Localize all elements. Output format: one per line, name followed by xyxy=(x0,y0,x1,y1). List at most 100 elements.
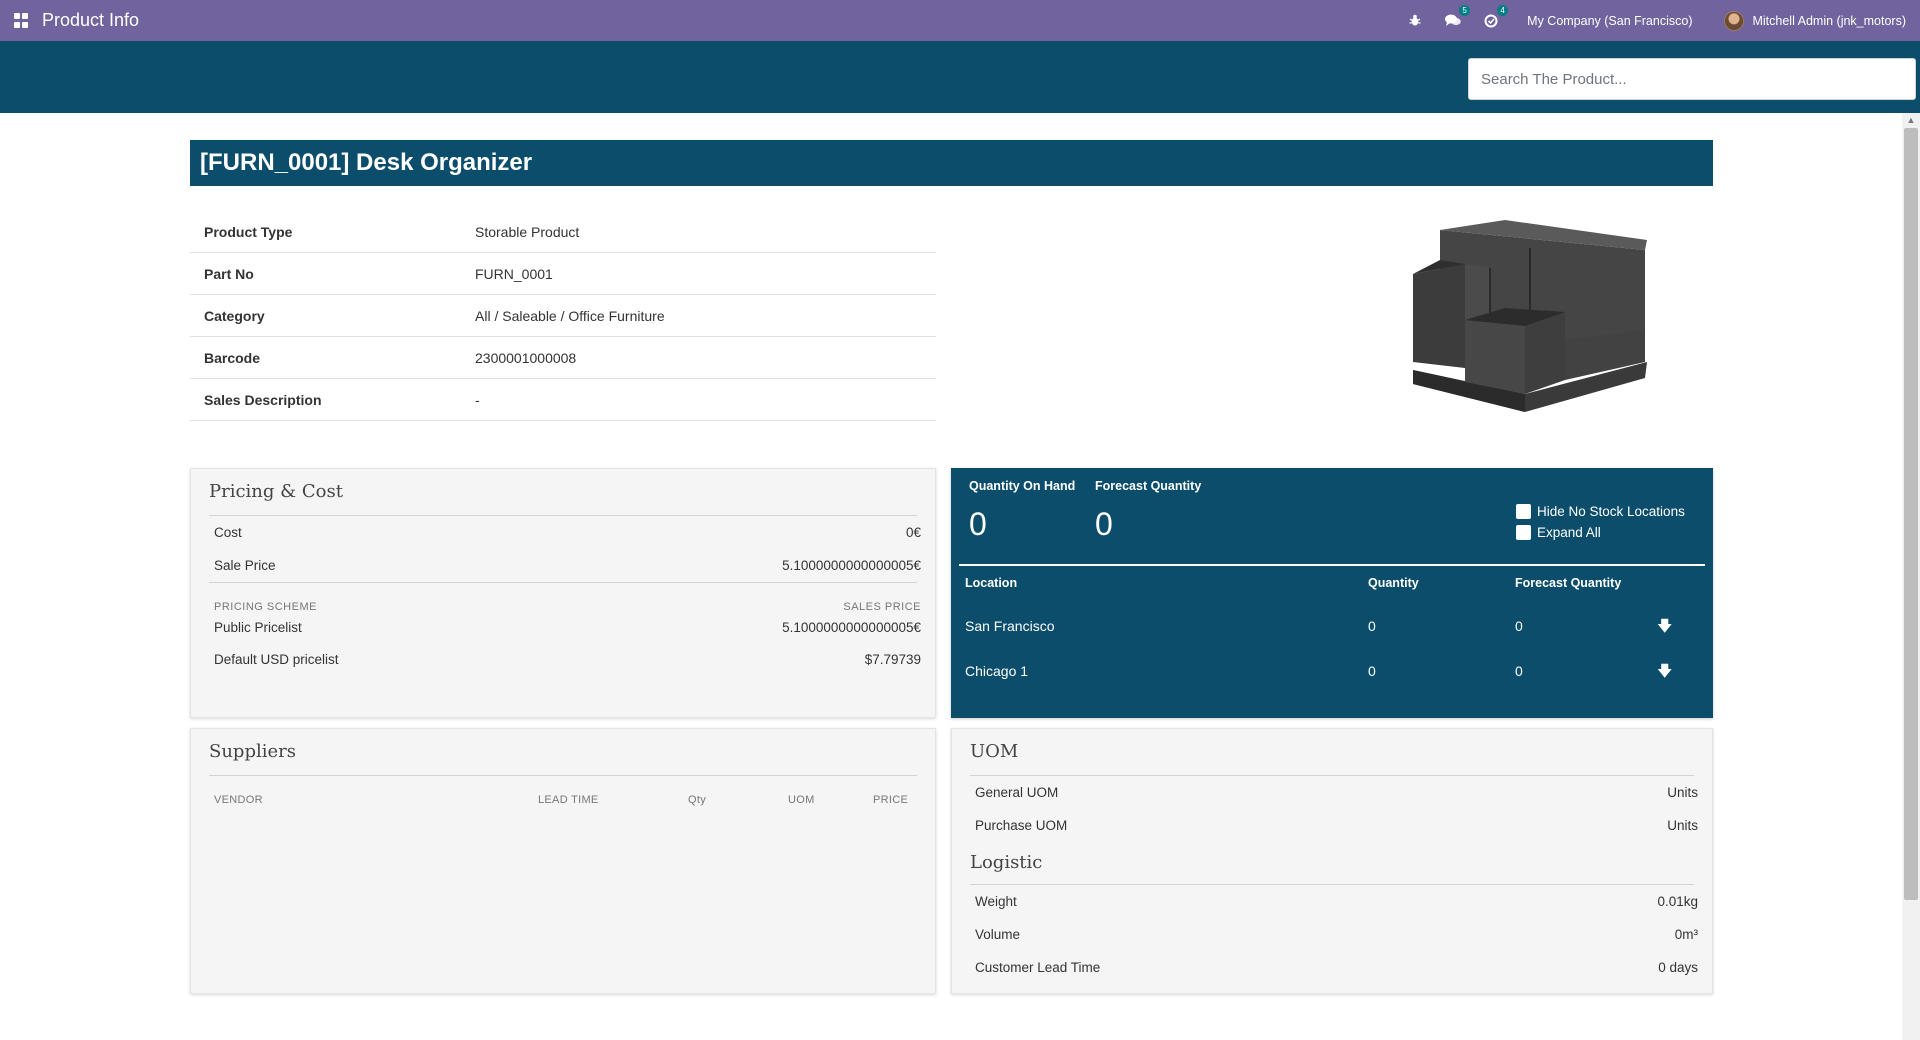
scrollbar-thumb[interactable] xyxy=(1904,128,1918,900)
expand-all-checkbox[interactable]: Expand All xyxy=(1516,525,1601,540)
info-value: 2300001000008 xyxy=(475,349,577,366)
qty-column-header: Qty xyxy=(688,794,707,806)
info-label: Category xyxy=(204,307,265,324)
pricelist-name: Default USD pricelist xyxy=(214,651,339,667)
hide-no-stock-checkbox[interactable]: Hide No Stock Locations xyxy=(1516,504,1685,519)
pricelist-price: $7.79739 xyxy=(864,651,921,667)
info-row-category: Category All / Saleable / Office Furnitu… xyxy=(190,295,936,337)
forecast-value: 0 xyxy=(1095,506,1113,542)
top-navbar: Product Info 5 4 My Company (San Francis… xyxy=(0,0,1920,41)
hide-no-stock-label: Hide No Stock Locations xyxy=(1537,504,1685,519)
cost-row: Cost 0€ xyxy=(191,516,935,548)
down-arrow-icon[interactable]: 🡇 xyxy=(1657,616,1672,641)
info-row-part-no: Part No FURN_0001 xyxy=(190,253,936,295)
cost-value: 0€ xyxy=(905,524,921,540)
info-label: Barcode xyxy=(204,349,261,366)
purchase-uom-row: Purchase UOM Units xyxy=(952,808,1712,842)
logistic-title: Logistic xyxy=(970,852,1043,873)
info-row-barcode: Barcode 2300001000008 xyxy=(190,337,936,379)
user-menu[interactable]: Mitchell Admin (jnk_motors) xyxy=(1724,10,1906,31)
stock-row: San Francisco 0 0 🡇 xyxy=(951,606,1713,646)
chat-icon[interactable]: 5 xyxy=(1445,4,1471,29)
on-hand-label: Quantity On Hand xyxy=(969,479,1076,493)
weight-label: Weight xyxy=(975,893,1017,909)
pricelist-row: Default USD pricelist $7.79739 xyxy=(191,641,935,677)
volume-value: 0m³ xyxy=(1674,926,1698,942)
general-uom-row: General UOM Units xyxy=(952,776,1712,808)
divider xyxy=(209,775,917,776)
divider xyxy=(959,564,1705,566)
price-column-header: PRICE xyxy=(873,794,909,806)
location-forecast: 0 xyxy=(1515,618,1523,634)
checkbox-box[interactable] xyxy=(1516,504,1531,519)
pricelist-row: Public Pricelist 5.1000000000000005€ xyxy=(191,613,935,641)
forecast-label: Forecast Quantity xyxy=(1095,479,1202,493)
pricing-title: Pricing & Cost xyxy=(209,481,343,502)
lead-time-column-header: LEAD TIME xyxy=(538,794,599,806)
uom-title: UOM xyxy=(970,741,1019,762)
product-title: [FURN_0001] Desk Organizer xyxy=(190,140,1713,186)
sales-price-header: SALES PRICE xyxy=(843,601,921,613)
location-quantity: 0 xyxy=(1368,618,1376,634)
suppliers-table-header: VENDOR LEAD TIME Qty UOM PRICE xyxy=(191,794,935,806)
checkbox-box[interactable] xyxy=(1516,525,1531,540)
search-bar-panel xyxy=(0,41,1920,113)
bug-icon[interactable] xyxy=(1407,13,1423,29)
info-value: - xyxy=(475,391,480,408)
info-label: Part No xyxy=(204,265,254,282)
suppliers-card: Suppliers VENDOR LEAD TIME Qty UOM PRICE xyxy=(190,728,936,994)
pricelist-name: Public Pricelist xyxy=(214,619,302,635)
location-quantity: 0 xyxy=(1368,663,1376,679)
location-column-header: Location xyxy=(965,576,1018,590)
app-title[interactable]: Product Info xyxy=(42,10,139,31)
volume-row: Volume 0m³ xyxy=(952,917,1712,951)
location-forecast: 0 xyxy=(1515,663,1523,679)
info-row-sales-description: Sales Description - xyxy=(190,379,936,421)
sale-price-label: Sale Price xyxy=(214,557,276,573)
purchase-uom-label: Purchase UOM xyxy=(975,817,1068,833)
general-uom-value: Units xyxy=(1667,784,1698,800)
customer-lead-time-label: Customer Lead Time xyxy=(975,959,1101,975)
down-arrow-icon[interactable]: 🡇 xyxy=(1657,661,1672,686)
uom-card: UOM General UOM Units Purchase UOM Units… xyxy=(951,728,1713,994)
chat-badge: 5 xyxy=(1459,4,1471,16)
info-value: Storable Product xyxy=(475,223,580,240)
general-uom-label: General UOM xyxy=(975,784,1059,800)
suppliers-title: Suppliers xyxy=(209,741,296,762)
company-switcher[interactable]: My Company (San Francisco) xyxy=(1527,14,1692,28)
sale-price-value: 5.1000000000000005€ xyxy=(782,557,921,573)
info-label: Product Type xyxy=(204,223,293,240)
forecast-column-header: Forecast Quantity xyxy=(1515,576,1622,590)
user-name: Mitchell Admin (jnk_motors) xyxy=(1752,13,1906,28)
divider xyxy=(209,582,917,583)
customer-lead-time-row: Customer Lead Time 0 days xyxy=(952,951,1712,983)
weight-value: 0.01kg xyxy=(1657,893,1698,909)
expand-all-label: Expand All xyxy=(1537,525,1601,540)
volume-label: Volume xyxy=(975,926,1021,942)
cost-label: Cost xyxy=(214,524,242,540)
sale-price-row: Sale Price 5.1000000000000005€ xyxy=(191,548,935,582)
activity-badge: 4 xyxy=(1497,4,1509,16)
info-value: FURN_0001 xyxy=(475,265,553,282)
info-value: All / Saleable / Office Furniture xyxy=(475,307,665,324)
apps-menu-icon[interactable] xyxy=(14,12,30,29)
info-label: Sales Description xyxy=(204,391,322,408)
location-name: Chicago 1 xyxy=(965,663,1029,679)
quantity-column-header: Quantity xyxy=(1368,576,1419,590)
purchase-uom-value: Units xyxy=(1667,817,1698,833)
search-input[interactable] xyxy=(1468,58,1916,100)
pricelist-header: PRICING SCHEME SALES PRICE xyxy=(191,601,935,613)
navbar-systray: 5 4 My Company (San Francisco) Mitchell … xyxy=(1385,0,1906,41)
vendor-column-header: VENDOR xyxy=(214,794,263,806)
product-info-table: Product Type Storable Product Part No FU… xyxy=(190,211,936,421)
uom-column-header: UOM xyxy=(788,794,815,806)
activity-icon[interactable]: 4 xyxy=(1483,4,1509,29)
scroll-up-arrow-icon[interactable]: ▲ xyxy=(1904,115,1918,125)
pricing-card: Pricing & Cost Cost 0€ Sale Price 5.1000… xyxy=(190,468,936,718)
stock-card: Quantity On Hand 0 Forecast Quantity 0 H… xyxy=(951,468,1713,718)
info-row-product-type: Product Type Storable Product xyxy=(190,211,936,253)
stock-row: Chicago 1 0 0 🡇 xyxy=(951,651,1713,691)
customer-lead-time-value: 0 days xyxy=(1658,959,1698,975)
on-hand-value: 0 xyxy=(969,506,987,542)
avatar xyxy=(1724,10,1745,31)
